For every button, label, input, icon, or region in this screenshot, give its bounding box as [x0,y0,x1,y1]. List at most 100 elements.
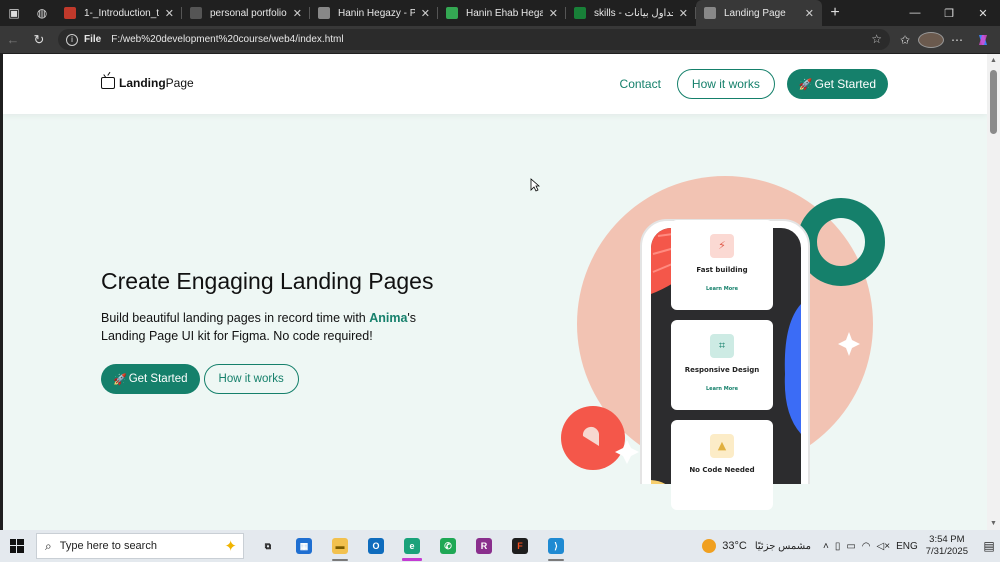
hero-buttons: 🚀 Get Started How it works [101,364,299,394]
feature-card-title: Fast building [696,266,748,274]
file-explorer-icon: ▬ [332,538,348,554]
hero-title: Create Engaging Landing Pages [101,268,434,294]
file-explorer-taskbar-button[interactable]: ▬ [322,530,358,562]
feature-card: ⚡ Fast building Learn More [671,220,773,310]
hero-get-started-button[interactable]: 🚀 Get Started [101,364,200,394]
rocket-icon: ▲ [710,434,734,458]
close-window-icon[interactable]: ✕ [966,0,1000,26]
profile-avatar[interactable] [918,31,944,48]
address-bar[interactable]: i File F:/web%20development%20course/web… [58,29,890,50]
hero-brand: Anima [369,311,408,325]
vscode-icon: ⟩ [548,538,564,554]
vscode-taskbar-button[interactable]: ⟩ [538,530,574,562]
feature-card-link[interactable]: Learn More [671,386,773,392]
close-tab-icon[interactable]: ✕ [805,7,814,20]
figma-taskbar-button[interactable]: F [502,530,538,562]
network-icon[interactable]: ◠ [862,541,871,552]
close-tab-icon[interactable]: ✕ [421,7,430,20]
search-highlight-icon: ✦ [224,538,237,555]
pdf-icon [64,7,76,19]
tab-actions-icon[interactable]: ▣ [0,0,28,26]
battery-icon[interactable]: ▭ [846,541,855,552]
page-scrollbar[interactable]: ▲ ▼ [987,54,1000,530]
store-taskbar-button[interactable]: ▦ [286,530,322,562]
feature-card-link[interactable]: Learn More [671,286,773,292]
more-menu-icon[interactable]: ⋯ [944,33,970,47]
back-icon[interactable]: ← [0,26,26,53]
tv-icon [101,77,115,89]
logo-regular: Page [165,76,194,90]
favorite-star-icon[interactable]: ☆ [871,32,882,46]
workspaces-icon[interactable]: ◍ [28,0,56,26]
nodes-icon: ⌗ [710,334,734,358]
scroll-down-icon[interactable]: ▼ [990,520,997,527]
search-icon: ⌕ [45,538,52,553]
winrar-icon: R [476,538,492,554]
browser-toolbar: ← ↻ i File F:/web%20development%20course… [0,26,1000,53]
scroll-up-icon[interactable]: ▲ [990,57,997,64]
browser-tab[interactable]: Hanin Hegazy - Portfo ✕ [310,0,438,26]
task-view-taskbar-button[interactable]: ⧉ [250,530,286,562]
sheets-icon [574,7,586,19]
close-tab-icon[interactable]: ✕ [293,7,302,20]
magic-wand-icon: ⚡ [710,234,734,258]
start-button[interactable] [0,530,34,562]
winrar-taskbar-button[interactable]: R [466,530,502,562]
new-tab-button[interactable]: + [822,4,848,22]
notification-icon[interactable]: ▤ [978,539,1000,553]
hero-get-started-label: Get Started [128,373,188,385]
feature-card-title: Responsive Design [684,366,760,374]
reload-icon[interactable]: ↻ [26,26,52,53]
browser-tab[interactable]: 1-_Introduction_to_Fr ✕ [56,0,182,26]
maximize-icon[interactable]: ❐ [932,0,966,26]
react-icon [190,7,202,19]
task-view-icon: ⧉ [264,540,272,551]
hero-text-before: Build beautiful landing pages in record … [101,311,370,325]
copilot-icon[interactable] [970,33,996,47]
system-tray: 33°C مشمس جزئيًا ˄ ▯ ▭ ◠ ◁× ENG 3:54 PM … [702,530,1000,562]
browser-tab[interactable]: personal portfolio ✕ [182,0,310,26]
close-tab-icon[interactable]: ✕ [679,7,688,20]
clock-time: 3:54 PM [929,534,965,545]
search-placeholder: Type here to search [59,540,157,552]
scrollbar-thumb[interactable] [990,70,997,134]
nav-how-it-works-button[interactable]: How it works [676,69,775,99]
close-tab-icon[interactable]: ✕ [549,7,558,20]
outlook-taskbar-button[interactable]: O [358,530,394,562]
chevron-up-icon[interactable]: ˄ [823,541,829,552]
whatsapp-icon: ✆ [440,538,456,554]
edge-taskbar-button[interactable]: e [394,530,430,562]
site-logo[interactable]: Landing Page [101,76,194,90]
globe-icon [704,7,716,19]
volume-icon[interactable]: ◁× [877,541,891,552]
taskbar-search-box[interactable]: ⌕ Type here to search ✦ [36,533,244,559]
favorites-icon[interactable]: ✩ [892,33,918,47]
browser-tab[interactable]: skills - جداول بيانات Go ✕ [566,0,696,26]
url-text[interactable]: F:/web%20development%20course/web4/index… [111,34,343,45]
globe-icon [318,7,330,19]
tab-title: skills - جداول بيانات Go [594,7,673,19]
nav-contact-link[interactable]: Contact [620,77,661,91]
weather-label: مشمس جزئيًا [754,540,811,552]
taskbar-clock[interactable]: 3:54 PM 7/31/2025 [926,534,968,558]
nav-get-started-button[interactable]: 🚀 Get Started [786,69,888,99]
weather-sun-icon [702,539,717,553]
browser-tab[interactable]: Hanin Ehab Hegazy (✕ [438,0,566,26]
browser-tab[interactable]: Landing Page ✕ [696,0,822,26]
tab-title: Hanin Hegazy - Portfo [338,7,415,19]
tab-title: 1-_Introduction_to_Fr [84,7,159,19]
outlook-icon: O [368,538,384,554]
tab-title: personal portfolio [210,7,287,19]
info-icon[interactable]: i [66,33,78,46]
hero-how-it-works-button[interactable]: How it works [203,364,299,394]
minimize-icon[interactable]: — [898,0,932,26]
weather-widget[interactable]: 33°C مشمس جزئيًا [702,539,811,553]
language-indicator[interactable]: ENG [896,541,918,552]
feature-card: ▲ No Code Needed [671,420,773,510]
phone-link-icon[interactable]: ▯ [835,541,841,552]
site-header: Landing Page Contact How it works 🚀 Get … [3,54,987,114]
rocket-icon: 🚀 [113,373,127,386]
whatsapp-taskbar-button[interactable]: ✆ [430,530,466,562]
weather-temp: 33°C [722,540,747,552]
close-tab-icon[interactable]: ✕ [165,7,174,20]
